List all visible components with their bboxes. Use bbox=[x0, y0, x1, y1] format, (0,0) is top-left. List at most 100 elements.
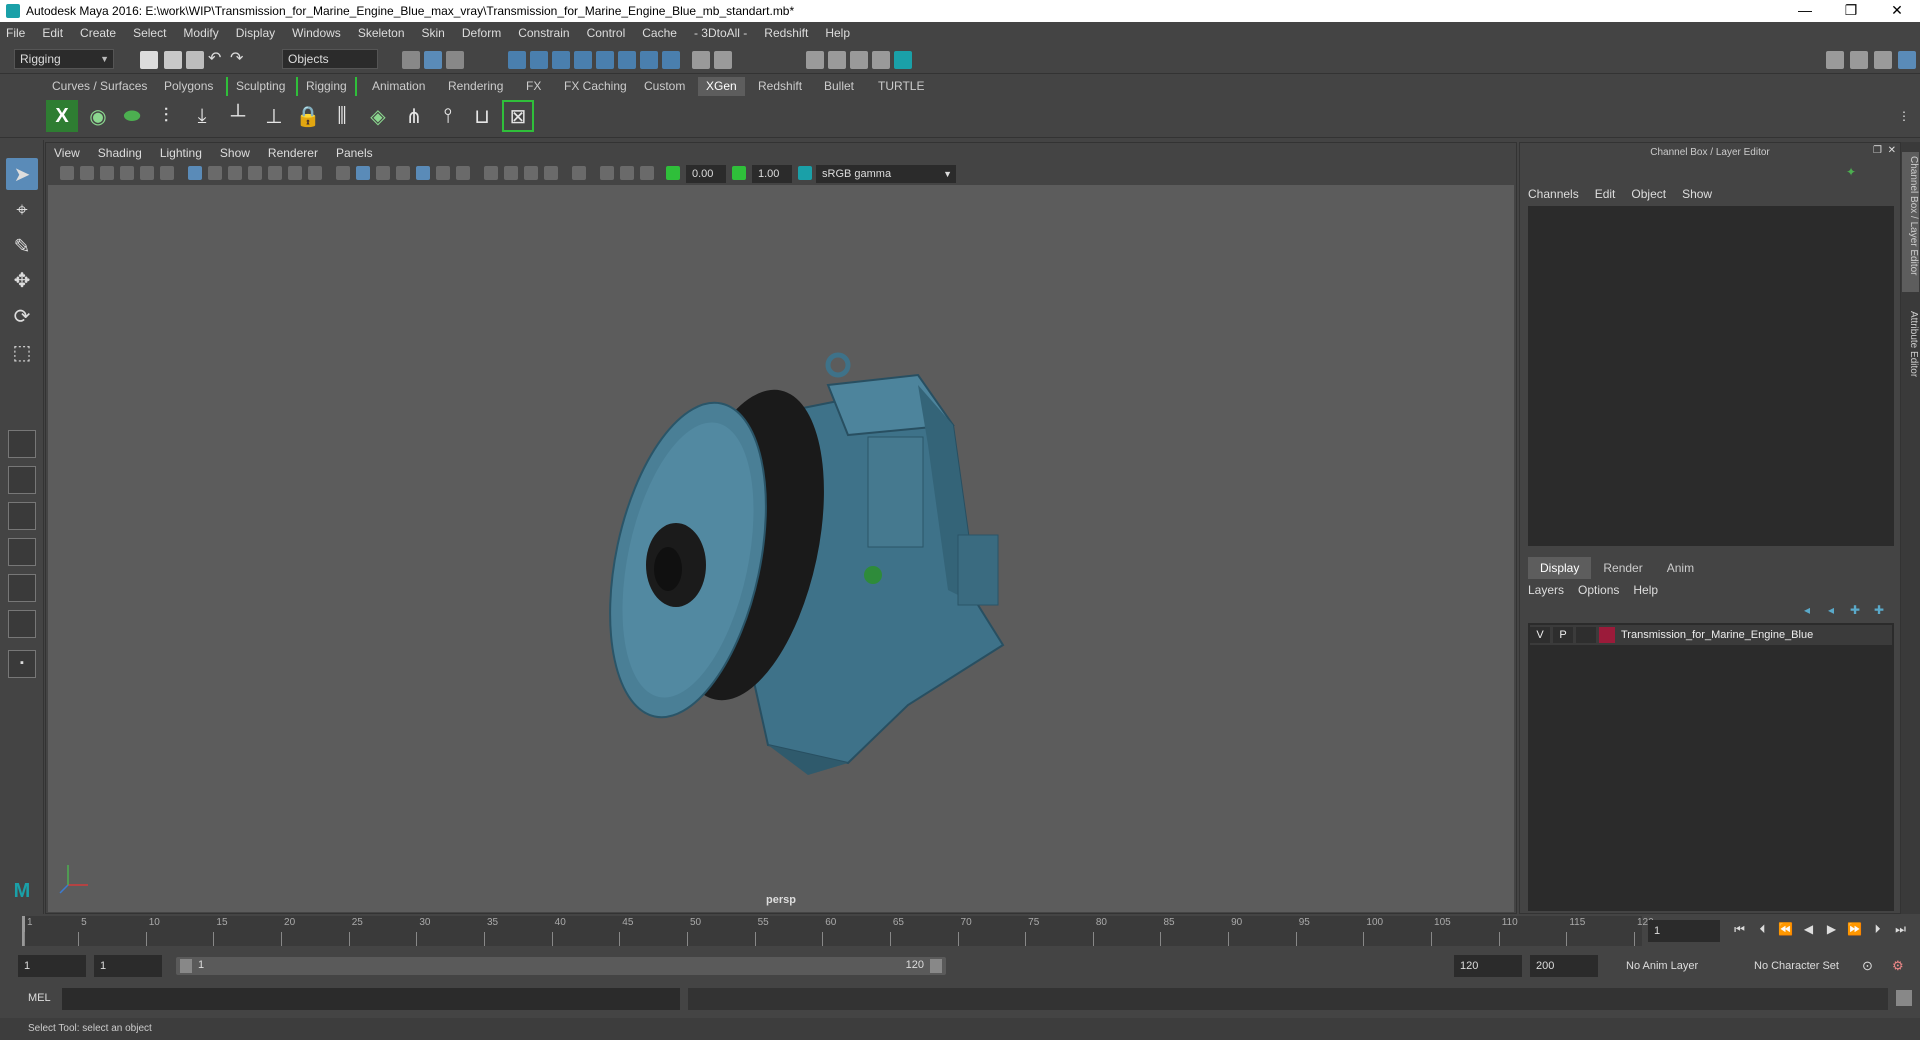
command-input[interactable] bbox=[62, 988, 680, 1010]
panel-menu-shading[interactable]: Shading bbox=[98, 146, 142, 160]
select-tool-icon[interactable]: ➤ bbox=[6, 158, 38, 190]
depth-of-field-icon[interactable] bbox=[544, 166, 558, 180]
open-scene-icon[interactable] bbox=[164, 51, 182, 69]
new-layer-selected-icon[interactable]: ✚ bbox=[1874, 603, 1884, 617]
shelf-scroll-icon[interactable]: ⋮ bbox=[1888, 100, 1920, 132]
playback-start-field[interactable]: 1 bbox=[94, 955, 162, 977]
select-hierarchy-icon[interactable] bbox=[402, 51, 420, 69]
persp-graph-outliner-layout-icon[interactable] bbox=[8, 574, 36, 602]
menu-control[interactable]: Control bbox=[587, 26, 626, 40]
lock-icon[interactable] bbox=[692, 51, 710, 69]
safe-action-icon[interactable] bbox=[288, 166, 302, 180]
step-back-frame-icon[interactable]: ⏴ bbox=[1751, 922, 1774, 937]
layer-visibility-toggle[interactable]: V bbox=[1530, 627, 1550, 643]
shelf-tab-xgen[interactable]: XGen bbox=[698, 77, 745, 96]
scale-tool-icon[interactable]: ⬚ bbox=[6, 336, 38, 368]
snap-projected-icon[interactable] bbox=[574, 51, 592, 69]
layer-playback-toggle[interactable]: P bbox=[1553, 627, 1573, 643]
move-layer-down-icon[interactable]: ◂ bbox=[1828, 603, 1834, 617]
animation-end-field[interactable]: 200 bbox=[1530, 955, 1598, 977]
gate-mask-icon[interactable] bbox=[248, 166, 262, 180]
shelf-tab-fx-caching[interactable]: FX Caching bbox=[556, 77, 635, 96]
step-forward-frame-icon[interactable]: ⏵ bbox=[1866, 922, 1889, 937]
tab-anim[interactable]: Anim bbox=[1655, 557, 1706, 579]
camera-attributes-icon[interactable] bbox=[80, 166, 94, 180]
smooth-shade-icon[interactable] bbox=[356, 166, 370, 180]
go-to-start-icon[interactable]: ⏮ bbox=[1728, 922, 1751, 937]
script-editor-icon[interactable] bbox=[1896, 990, 1912, 1006]
panel-menu-lighting[interactable]: Lighting bbox=[160, 146, 202, 160]
2d-pan-zoom-icon[interactable] bbox=[140, 166, 154, 180]
snap-live-icon[interactable] bbox=[618, 51, 636, 69]
safe-title-icon[interactable] bbox=[308, 166, 322, 180]
motion-blur-icon[interactable] bbox=[504, 166, 518, 180]
select-component-icon[interactable] bbox=[446, 51, 464, 69]
comb-icon[interactable]: ⋔ bbox=[398, 100, 430, 132]
xray-icon[interactable] bbox=[600, 166, 614, 180]
menu-modify[interactable]: Modify bbox=[183, 26, 218, 40]
persp-graph-layout-icon[interactable] bbox=[8, 538, 36, 566]
menu-redshift[interactable]: Redshift bbox=[764, 26, 808, 40]
bookmark-icon[interactable] bbox=[100, 166, 114, 180]
animation-start-field[interactable]: 1 bbox=[18, 955, 86, 977]
channel-box-toggle-icon[interactable] bbox=[1898, 51, 1916, 69]
tab-render[interactable]: Render bbox=[1591, 557, 1654, 579]
snap-view-plane-icon[interactable] bbox=[596, 51, 614, 69]
layer-name[interactable]: Transmission_for_Marine_Engine_Blue bbox=[1621, 629, 1813, 641]
layer-color-swatch[interactable] bbox=[1599, 627, 1615, 643]
xray-joints-icon[interactable] bbox=[620, 166, 634, 180]
save-scene-icon[interactable] bbox=[186, 51, 204, 69]
le-menu-help[interactable]: Help bbox=[1633, 583, 1658, 597]
minimize-button[interactable]: — bbox=[1782, 0, 1828, 22]
menuset-dropdown[interactable]: Rigging ▼ bbox=[14, 49, 114, 69]
panel-menu-show[interactable]: Show bbox=[220, 146, 250, 160]
new-scene-icon[interactable] bbox=[140, 51, 158, 69]
lock-icon[interactable]: 🔒 bbox=[292, 100, 324, 132]
color-space-dropdown[interactable]: sRGB gamma ▼ bbox=[816, 165, 956, 183]
panel-menu-view[interactable]: View bbox=[54, 146, 80, 160]
layer-row[interactable]: V P Transmission_for_Marine_Engine_Blue bbox=[1530, 625, 1892, 645]
cb-menu-edit[interactable]: Edit bbox=[1595, 187, 1616, 201]
shelf-tab-fx[interactable]: FX bbox=[518, 77, 549, 96]
shelf-tab-rendering[interactable]: Rendering bbox=[440, 77, 511, 96]
xgen-icon[interactable]: X bbox=[46, 100, 78, 132]
step-back-key-icon[interactable]: ⏪ bbox=[1774, 922, 1797, 937]
anti-aliasing-icon[interactable] bbox=[524, 166, 538, 180]
wireframe-on-shaded-icon[interactable] bbox=[396, 166, 410, 180]
add-guide-icon[interactable]: ┴ bbox=[222, 100, 254, 132]
character-set-dropdown[interactable]: No Character Set bbox=[1748, 955, 1872, 977]
eye-icon[interactable]: ◉ bbox=[82, 100, 114, 132]
lasso-tool-icon[interactable]: ⌖ bbox=[6, 194, 38, 226]
hair-icon[interactable]: ⫼ bbox=[326, 100, 358, 132]
preview-icon[interactable]: ⊠ bbox=[502, 100, 534, 132]
shelf-tab-animation[interactable]: Animation bbox=[364, 77, 433, 96]
grid-icon[interactable] bbox=[188, 166, 202, 180]
animation-preferences-icon[interactable]: ⚙ bbox=[1892, 958, 1904, 974]
move-layer-up-icon[interactable]: ◂ bbox=[1804, 603, 1810, 617]
side-tab-attribute-editor[interactable]: Attribute Editor bbox=[1902, 307, 1919, 397]
panel-menu-renderer[interactable]: Renderer bbox=[268, 146, 318, 160]
menu-3dtoall[interactable]: - 3DtoAll - bbox=[694, 26, 747, 40]
brush-icon[interactable]: ⊔ bbox=[466, 100, 498, 132]
ipr-render-icon[interactable] bbox=[828, 51, 846, 69]
go-to-end-icon[interactable]: ⏭ bbox=[1889, 922, 1912, 937]
le-menu-options[interactable]: Options bbox=[1578, 583, 1619, 597]
layout-menu-icon[interactable]: ▪ bbox=[8, 650, 36, 678]
menu-display[interactable]: Display bbox=[236, 26, 275, 40]
snap-center-icon[interactable] bbox=[640, 51, 658, 69]
selection-mode-dropdown[interactable]: Objects bbox=[282, 49, 378, 69]
new-layer-icon[interactable]: ✚ bbox=[1850, 603, 1860, 617]
snap-point-icon[interactable] bbox=[552, 51, 570, 69]
menu-create[interactable]: Create bbox=[80, 26, 116, 40]
shelf-tab-bullet[interactable]: Bullet bbox=[816, 77, 862, 96]
gamma-icon[interactable] bbox=[732, 166, 746, 180]
exposure-icon[interactable] bbox=[666, 166, 680, 180]
grass-add-icon[interactable]: ⫶ bbox=[150, 100, 182, 132]
shelf-tab-turtle[interactable]: TURTLE bbox=[870, 77, 932, 96]
isolate-select-icon[interactable] bbox=[572, 166, 586, 180]
exposure-field[interactable]: 0.00 bbox=[686, 165, 726, 183]
layer-type-toggle[interactable] bbox=[1576, 627, 1596, 643]
leaf-icon[interactable]: ⬬ bbox=[116, 100, 148, 132]
play-backwards-icon[interactable]: ◀ bbox=[1797, 922, 1820, 937]
snap-curve-icon[interactable] bbox=[530, 51, 548, 69]
